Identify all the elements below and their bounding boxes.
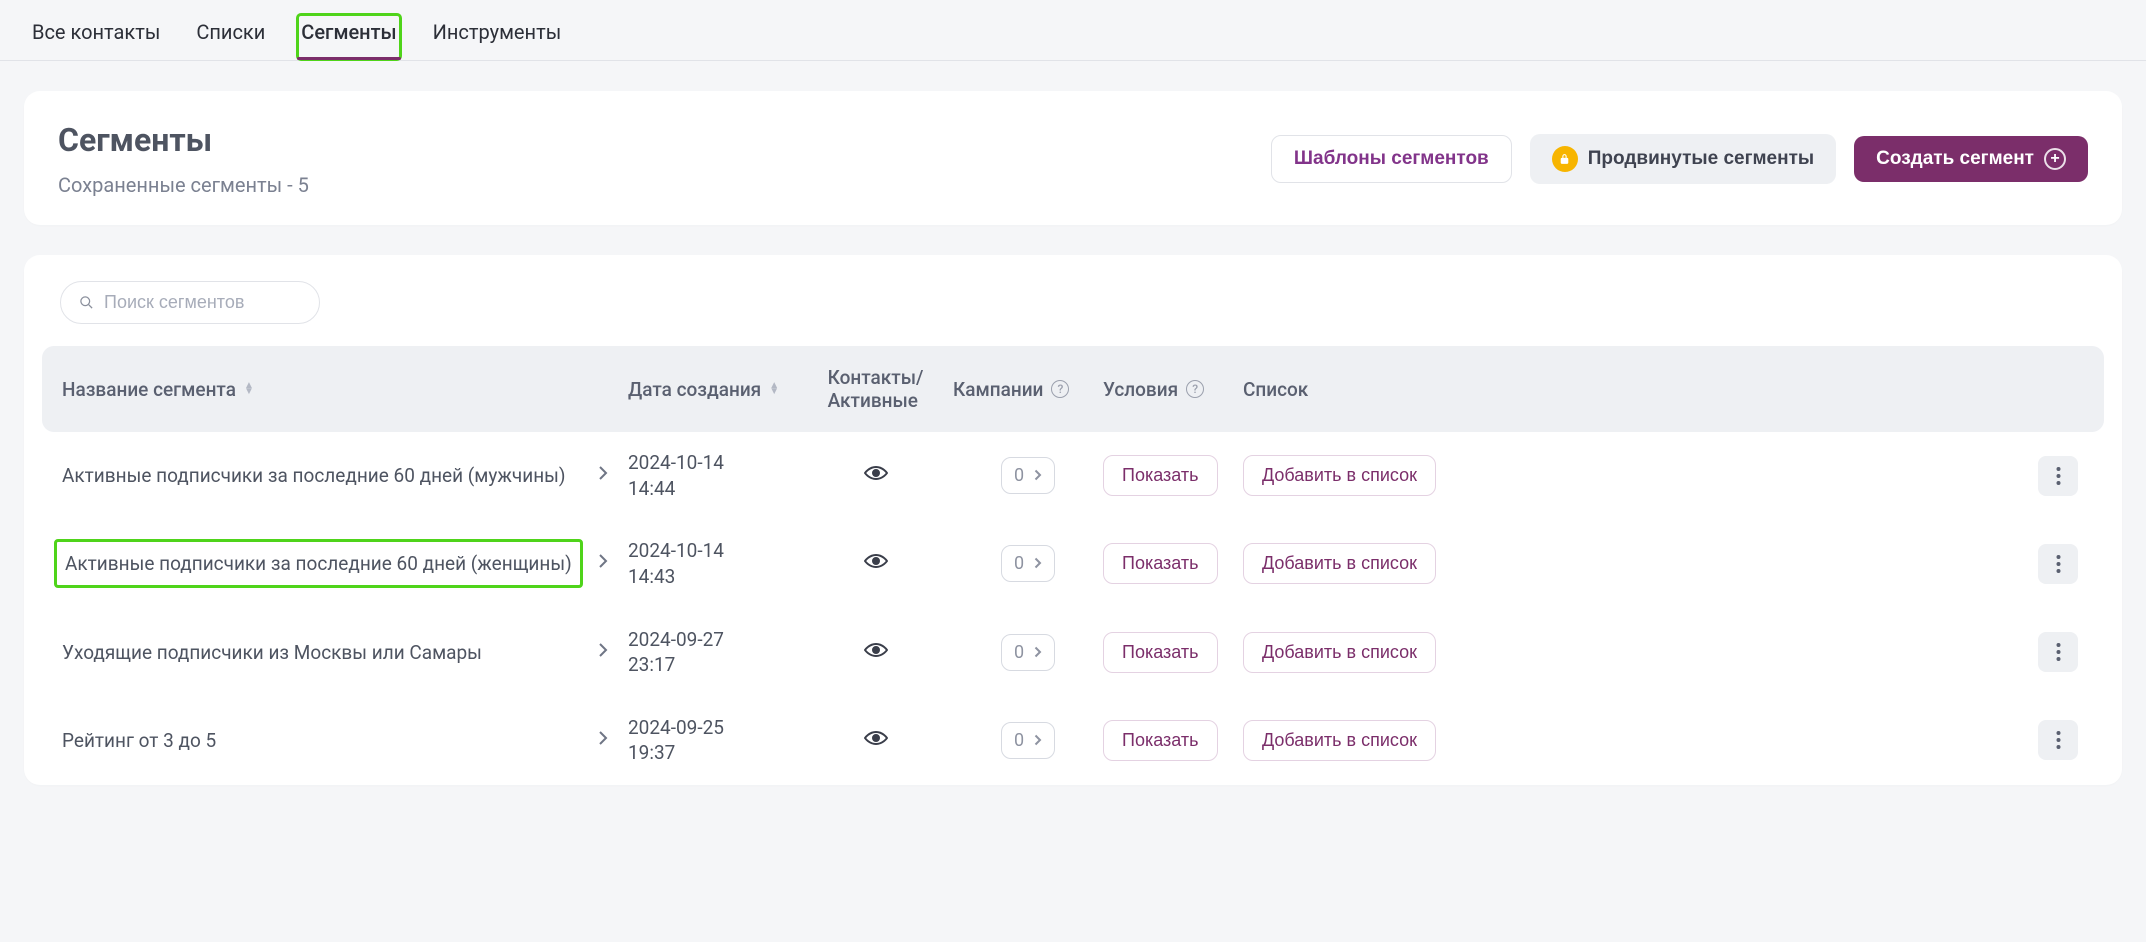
tab-segments[interactable]: Сегменты bbox=[297, 14, 400, 60]
add-to-list-button[interactable]: Добавить в список bbox=[1243, 632, 1436, 673]
tab-lists[interactable]: Списки bbox=[192, 14, 269, 60]
created-date: 2024-10-1414:43 bbox=[628, 538, 724, 589]
eye-icon[interactable] bbox=[864, 553, 888, 574]
add-to-list-button[interactable]: Добавить в список bbox=[1243, 543, 1436, 584]
created-date: 2024-09-2519:37 bbox=[628, 715, 724, 766]
campaigns-count: 0 bbox=[1014, 553, 1024, 574]
campaigns-pill[interactable]: 0 bbox=[1001, 722, 1055, 759]
show-conditions-button[interactable]: Показать bbox=[1103, 632, 1218, 673]
tab-tools[interactable]: Инструменты bbox=[429, 14, 566, 60]
chevron-right-icon bbox=[1034, 465, 1042, 486]
show-conditions-button[interactable]: Показать bbox=[1103, 543, 1218, 584]
row-actions-menu[interactable] bbox=[2038, 544, 2078, 584]
row-actions-menu[interactable] bbox=[2038, 632, 2078, 672]
chevron-right-icon[interactable] bbox=[598, 642, 608, 663]
tab-all-contacts[interactable]: Все контакты bbox=[28, 14, 164, 60]
top-tabs: Все контакты Списки Сегменты Инструменты bbox=[0, 0, 2146, 61]
eye-icon[interactable] bbox=[864, 730, 888, 751]
chevron-right-icon[interactable] bbox=[598, 730, 608, 751]
table-row: Активные подписчики за последние 60 дней… bbox=[42, 520, 2104, 608]
table-row: Уходящие подписчики из Москвы или Самары… bbox=[42, 609, 2104, 697]
chevron-right-icon bbox=[1034, 553, 1042, 574]
segments-table-card: Название сегмента ▲▼ Дата создания ▲▼ Ко… bbox=[24, 255, 2122, 785]
campaigns-count: 0 bbox=[1014, 642, 1024, 663]
col-contacts-l2: Активные bbox=[828, 389, 924, 412]
col-campaigns: Кампании bbox=[953, 378, 1043, 401]
kebab-icon bbox=[2056, 643, 2061, 661]
kebab-icon bbox=[2056, 555, 2061, 573]
kebab-icon bbox=[2056, 467, 2061, 485]
plus-icon: + bbox=[2044, 148, 2066, 170]
advanced-segments-label: Продвинутые сегменты bbox=[1588, 148, 1814, 170]
search-input-wrapper[interactable] bbox=[60, 281, 320, 324]
chevron-right-icon[interactable] bbox=[598, 465, 608, 486]
table-row: Рейтинг от 3 до 5 2024-09-2519:37 0 Пока… bbox=[42, 697, 2104, 785]
add-to-list-button[interactable]: Добавить в список bbox=[1243, 455, 1436, 496]
create-segment-button[interactable]: Создать сегмент + bbox=[1854, 136, 2088, 182]
campaigns-pill[interactable]: 0 bbox=[1001, 545, 1055, 582]
eye-icon[interactable] bbox=[864, 465, 888, 486]
page-header: Сегменты Сохраненные сегменты - 5 Шаблон… bbox=[24, 91, 2122, 225]
lock-icon bbox=[1552, 146, 1578, 172]
segment-name[interactable]: Активные подписчики за последние 60 дней… bbox=[62, 464, 566, 487]
col-conditions: Условия bbox=[1103, 378, 1178, 401]
table-header: Название сегмента ▲▼ Дата создания ▲▼ Ко… bbox=[42, 346, 2104, 432]
campaigns-count: 0 bbox=[1014, 465, 1024, 486]
page-title: Сегменты bbox=[58, 121, 309, 159]
campaigns-count: 0 bbox=[1014, 730, 1024, 751]
show-conditions-button[interactable]: Показать bbox=[1103, 455, 1218, 496]
segment-templates-button[interactable]: Шаблоны сегментов bbox=[1271, 135, 1512, 183]
saved-segments-count: Сохраненные сегменты - 5 bbox=[58, 173, 309, 197]
segment-name[interactable]: Активные подписчики за последние 60 дней… bbox=[65, 552, 572, 575]
segment-templates-label: Шаблоны сегментов bbox=[1294, 148, 1489, 170]
sort-icon[interactable]: ▲▼ bbox=[244, 383, 254, 395]
created-date: 2024-10-1414:44 bbox=[628, 450, 724, 501]
create-segment-label: Создать сегмент bbox=[1876, 148, 2034, 170]
help-icon[interactable]: ? bbox=[1186, 380, 1204, 398]
created-date: 2024-09-2723:17 bbox=[628, 627, 724, 678]
sort-icon[interactable]: ▲▼ bbox=[769, 383, 779, 395]
kebab-icon bbox=[2056, 731, 2061, 749]
help-icon[interactable]: ? bbox=[1051, 380, 1069, 398]
campaigns-pill[interactable]: 0 bbox=[1001, 457, 1055, 494]
col-created-date[interactable]: Дата создания bbox=[628, 378, 761, 401]
eye-icon[interactable] bbox=[864, 642, 888, 663]
col-list: Список bbox=[1243, 378, 1308, 401]
segment-name[interactable]: Рейтинг от 3 до 5 bbox=[62, 729, 216, 752]
chevron-right-icon[interactable] bbox=[598, 553, 608, 574]
col-contacts-l1: Контакты/ bbox=[828, 366, 924, 389]
campaigns-pill[interactable]: 0 bbox=[1001, 634, 1055, 671]
segment-name[interactable]: Уходящие подписчики из Москвы или Самары bbox=[62, 641, 482, 664]
row-actions-menu[interactable] bbox=[2038, 456, 2078, 496]
row-actions-menu[interactable] bbox=[2038, 720, 2078, 760]
add-to-list-button[interactable]: Добавить в список bbox=[1243, 720, 1436, 761]
search-input[interactable] bbox=[104, 292, 301, 313]
table-body: Активные подписчики за последние 60 дней… bbox=[42, 432, 2104, 785]
advanced-segments-button[interactable]: Продвинутые сегменты bbox=[1530, 134, 1836, 184]
chevron-right-icon bbox=[1034, 642, 1042, 663]
col-segment-name[interactable]: Название сегмента bbox=[62, 378, 236, 401]
chevron-right-icon bbox=[1034, 730, 1042, 751]
show-conditions-button[interactable]: Показать bbox=[1103, 720, 1218, 761]
table-row: Активные подписчики за последние 60 дней… bbox=[42, 432, 2104, 520]
search-icon bbox=[79, 295, 94, 310]
